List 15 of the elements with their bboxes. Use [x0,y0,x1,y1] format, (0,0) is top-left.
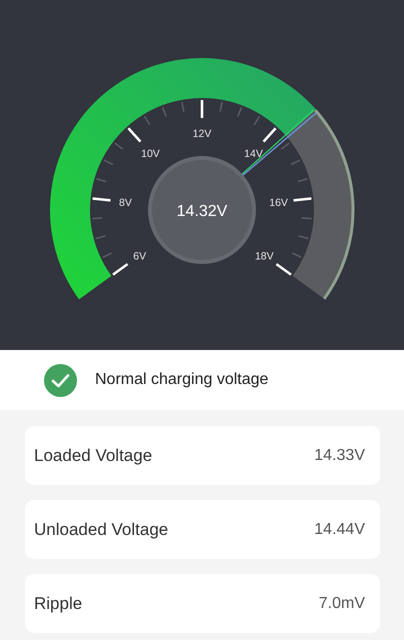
scale-label: 10V [141,148,160,160]
reading-label: Unloaded Voltage [34,520,168,540]
reading-value: 14.44V [314,520,365,538]
scale-label: 8V [119,196,132,209]
status-text: Normal charging voltage [95,371,268,389]
scale-label: 12V [192,128,212,140]
reading-value: 7.0mV [318,594,365,612]
scale-label: 14V [244,148,263,160]
scale-label: 16V [269,196,288,209]
scale-label: 18V [254,250,274,262]
reading-value: 14.33V [314,446,365,464]
voltage-reading: 14.32V [176,203,228,220]
scale-label: 6V [133,250,146,262]
reading-label: Ripple [34,594,82,614]
reading-label: Loaded Voltage [34,446,152,466]
